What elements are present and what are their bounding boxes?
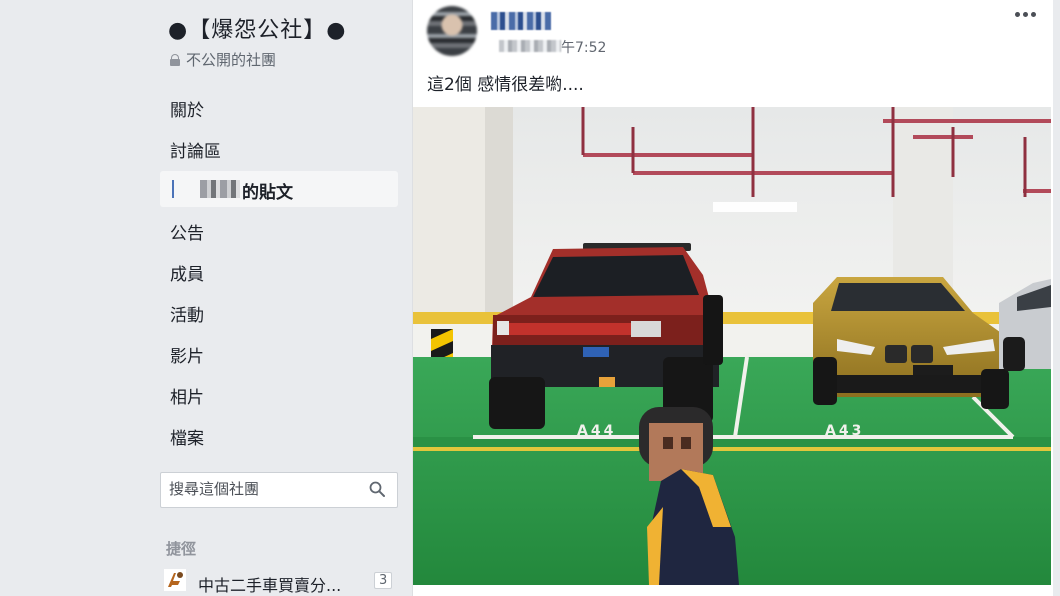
lock-icon [170,53,180,66]
post-card: 午7:52 這2個 感情很差喲.... A44 A43 [412,0,1053,596]
shortcut-label: 中古二手車買賣分... [198,576,342,595]
nav-item-photos[interactable]: 相片 [170,383,204,408]
redacted-username [200,180,240,198]
post-timestamp[interactable]: 午7:52 [561,37,606,57]
post-photo[interactable]: A44 A43 [413,107,1051,585]
nav-item-files[interactable]: 檔案 [170,424,204,449]
nav-item-videos[interactable]: 影片 [170,342,204,367]
parking-spot-label-left: A44 [577,423,616,439]
nav-item-label: 的貼文 [242,183,293,203]
shortcuts-heading: 捷徑 [166,540,197,558]
search-input[interactable] [169,480,359,498]
nav-item-announcements[interactable]: 公告 [170,219,204,244]
author-avatar[interactable] [427,6,477,56]
privacy-label: 不公開的社團 [186,51,277,69]
nav-item-events[interactable]: 活動 [170,301,204,326]
group-search[interactable] [160,472,398,508]
group-avatar-icon [164,569,186,591]
shortcut-item[interactable]: 中古二手車買賣分... 3 [164,568,400,595]
more-options-icon[interactable] [1015,8,1039,20]
group-sidebar: ●【爆怨公社】● 不公開的社團 關於 討論區 的貼文 公告 成員 活動 影片 相… [160,0,400,596]
group-privacy: 不公開的社團 [170,49,276,70]
parking-spot-label-right: A43 [825,423,864,439]
nav-item-about[interactable]: 關於 [170,96,204,121]
group-title[interactable]: ●【爆怨公社】● [168,12,346,44]
nav-item-member-posts[interactable]: 的貼文 [160,171,398,207]
active-indicator [172,180,174,198]
nav-item-discussion[interactable]: 討論區 [170,137,221,162]
search-icon[interactable] [369,481,385,497]
post-text: 這2個 感情很差喲.... [427,75,584,95]
redacted-date [499,40,561,52]
notification-count-badge: 3 [374,572,393,589]
nav-item-members[interactable]: 成員 [170,260,204,285]
redacted-author-name[interactable] [491,12,551,30]
